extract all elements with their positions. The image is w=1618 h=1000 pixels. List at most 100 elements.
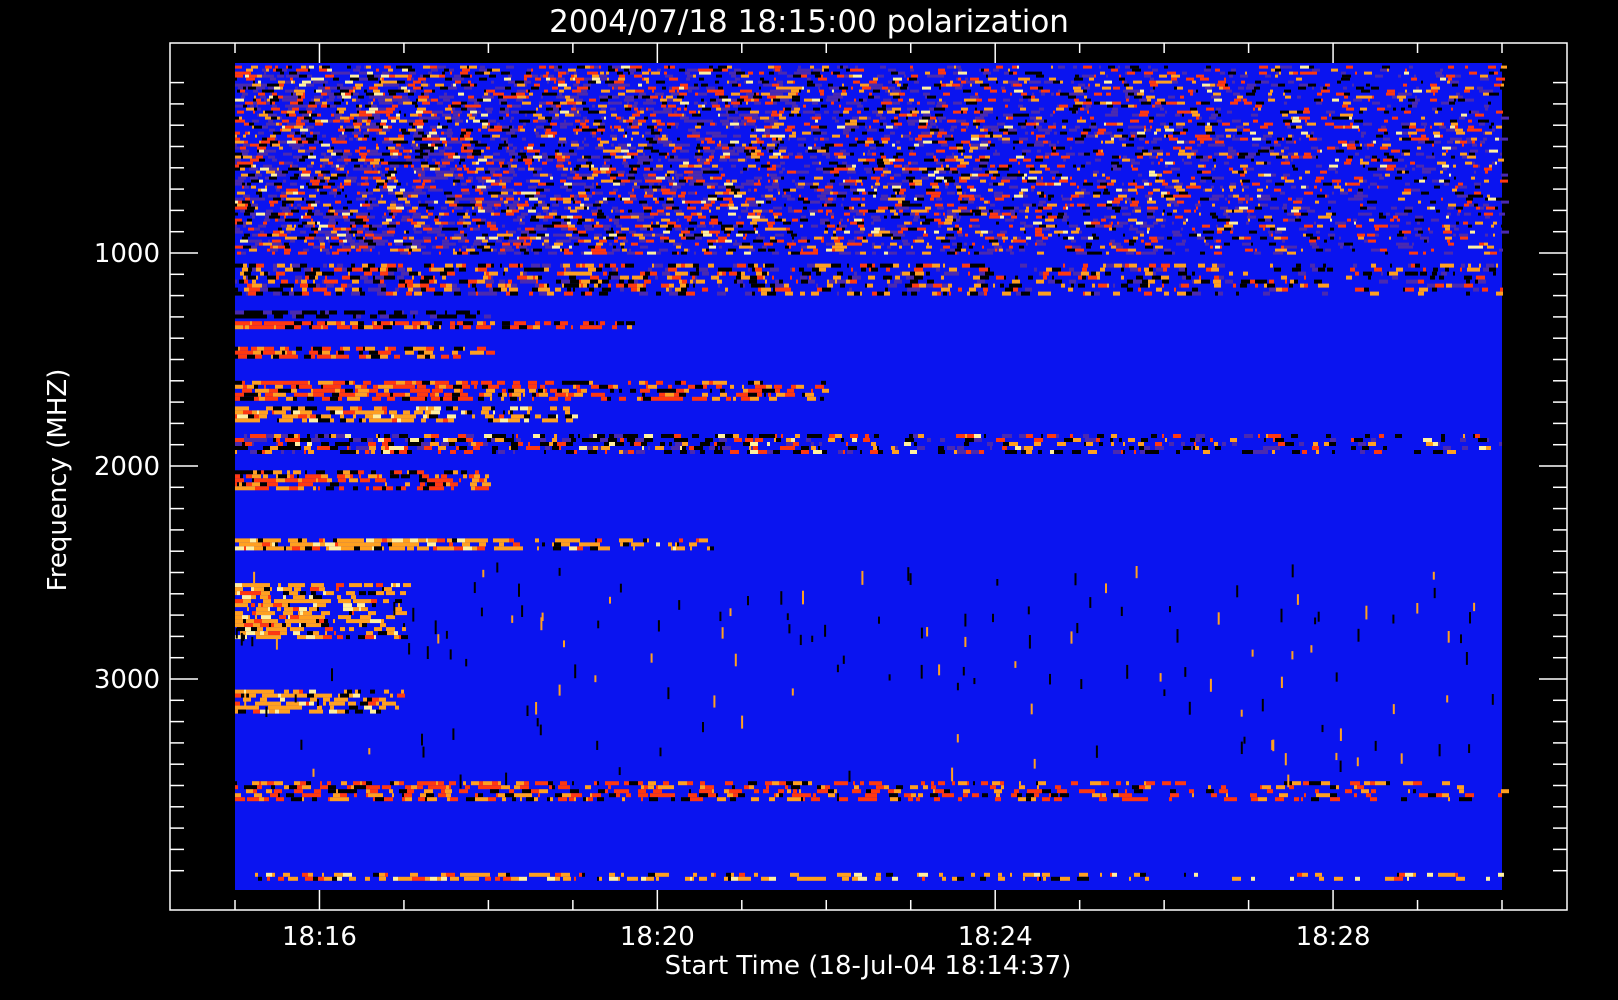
spectrogram-cell (706, 119, 713, 123)
spectrogram-cell (354, 134, 358, 138)
spectrogram-cell (476, 161, 479, 165)
spectrogram-cell (1401, 107, 1405, 111)
spectrogram-cell (1270, 89, 1273, 93)
spectrogram-cell (513, 146, 517, 150)
spectrogram-cell (1175, 113, 1180, 117)
spectrogram-cell (1185, 152, 1194, 156)
spectrogram-cell (880, 86, 882, 90)
spectrogram-cell (774, 215, 778, 219)
spectrogram-cell (455, 182, 457, 186)
spectrogram-cell (1275, 74, 1278, 78)
spectrogram-cell (1085, 203, 1089, 207)
spectrogram-cell (712, 104, 720, 108)
spectrogram-cell (546, 101, 553, 105)
spectrogram-cell (1374, 224, 1383, 228)
spectrogram-cell (410, 119, 415, 123)
spectrogram-cell (1485, 170, 1488, 174)
spectrogram-cell (1020, 221, 1026, 225)
spectrogram-cell (531, 215, 536, 219)
spectrogram-cell (712, 224, 714, 228)
spectrogram-cell (616, 80, 624, 84)
spectrogram-cell (823, 167, 826, 171)
spectrogram-cell (707, 140, 715, 144)
spectrogram-cell (438, 215, 441, 219)
spectrogram-cell (524, 80, 529, 84)
spectrogram-cell (1248, 212, 1250, 216)
spectrogram-cell (546, 182, 554, 186)
spectrogram-cell (1074, 77, 1083, 81)
spectrogram-cell (958, 77, 961, 81)
spectrogram-cell (1398, 158, 1402, 162)
spectrogram-cell (507, 206, 509, 210)
spectrogram-cell (688, 191, 695, 195)
spectrogram-cell (972, 209, 981, 213)
spectrogram-cell (365, 179, 368, 183)
spectrogram-cell (307, 221, 315, 225)
spectrogram-cell (409, 71, 416, 75)
spectrogram-cell (252, 119, 259, 123)
spectrogram-cell (379, 125, 383, 129)
spectrogram-cell (623, 158, 626, 162)
spectrogram-cell (988, 131, 993, 135)
spectrogram-cell (872, 167, 874, 171)
spectrogram-cell (503, 95, 509, 99)
spectrogram-cell (1032, 203, 1036, 207)
spectrogram-cell (1258, 197, 1263, 201)
spectrogram-cell (833, 71, 840, 75)
spectrogram-cell (838, 98, 840, 102)
spectrogram-cell (922, 116, 930, 120)
spectrogram-cell (541, 134, 548, 138)
spectrogram-cell (1328, 200, 1336, 204)
spectrogram-cell (294, 125, 303, 129)
spectrogram-cell (848, 182, 855, 186)
spectrogram-cell (1354, 221, 1356, 225)
spectrogram-cell (891, 119, 898, 123)
spectrogram-cell (1112, 155, 1119, 159)
spectrogram-cell (844, 185, 850, 189)
spectrogram-cell (830, 191, 833, 195)
spectrogram-cell (1340, 113, 1346, 117)
spectrogram-cell (849, 176, 851, 180)
spectrogram-cell (397, 80, 405, 84)
spectrogram-cell (448, 158, 454, 162)
spectrogram-cell (358, 221, 366, 225)
spectrogram-cell (904, 74, 906, 78)
spectrogram-cell (934, 107, 937, 111)
spectrogram-cell (661, 137, 668, 141)
spectrogram-cell (753, 209, 762, 213)
spectrogram-cell (1380, 68, 1387, 72)
spectrogram-cell (395, 191, 403, 195)
spectrogram-cell (727, 65, 732, 69)
spectrogram-cell (1176, 182, 1183, 186)
spectrogram-cell (604, 161, 606, 165)
spectrogram-cell (1187, 155, 1191, 159)
spectrogram-cell (708, 194, 717, 198)
spectrogram-cell (1036, 215, 1042, 219)
spectrogram-cell (658, 212, 666, 216)
spectrogram-cell (1452, 83, 1458, 87)
spectrogram-cell (275, 185, 277, 189)
spectrogram-cell (786, 221, 791, 225)
spectrogram-cell (646, 80, 649, 84)
spectrogram-cell (470, 110, 477, 114)
spectrogram-cell (1017, 65, 1019, 69)
spectrogram-cell (502, 125, 509, 129)
spectrogram-cell (488, 200, 497, 204)
spectrogram-cell (356, 86, 361, 90)
spectrogram-cell (728, 212, 736, 216)
spectrogram-cell (1469, 110, 1471, 114)
spectrogram-cell (509, 167, 514, 171)
spectrogram-cell (877, 74, 884, 78)
spectrogram-cell (1222, 122, 1230, 126)
spectrogram-cell (1141, 101, 1146, 105)
spectrogram-cell (1382, 65, 1385, 69)
spectrogram-cell (558, 80, 565, 84)
spectrogram-cell (466, 209, 469, 213)
spectrogram-cell (1321, 116, 1327, 120)
spectrogram-cell (1178, 152, 1185, 156)
spectrogram-cell (493, 152, 500, 156)
spectrogram-cell (1228, 152, 1237, 156)
spectrogram-cell (342, 95, 351, 99)
spectrogram-cell (1135, 209, 1141, 213)
spectrogram-cell (322, 164, 325, 168)
